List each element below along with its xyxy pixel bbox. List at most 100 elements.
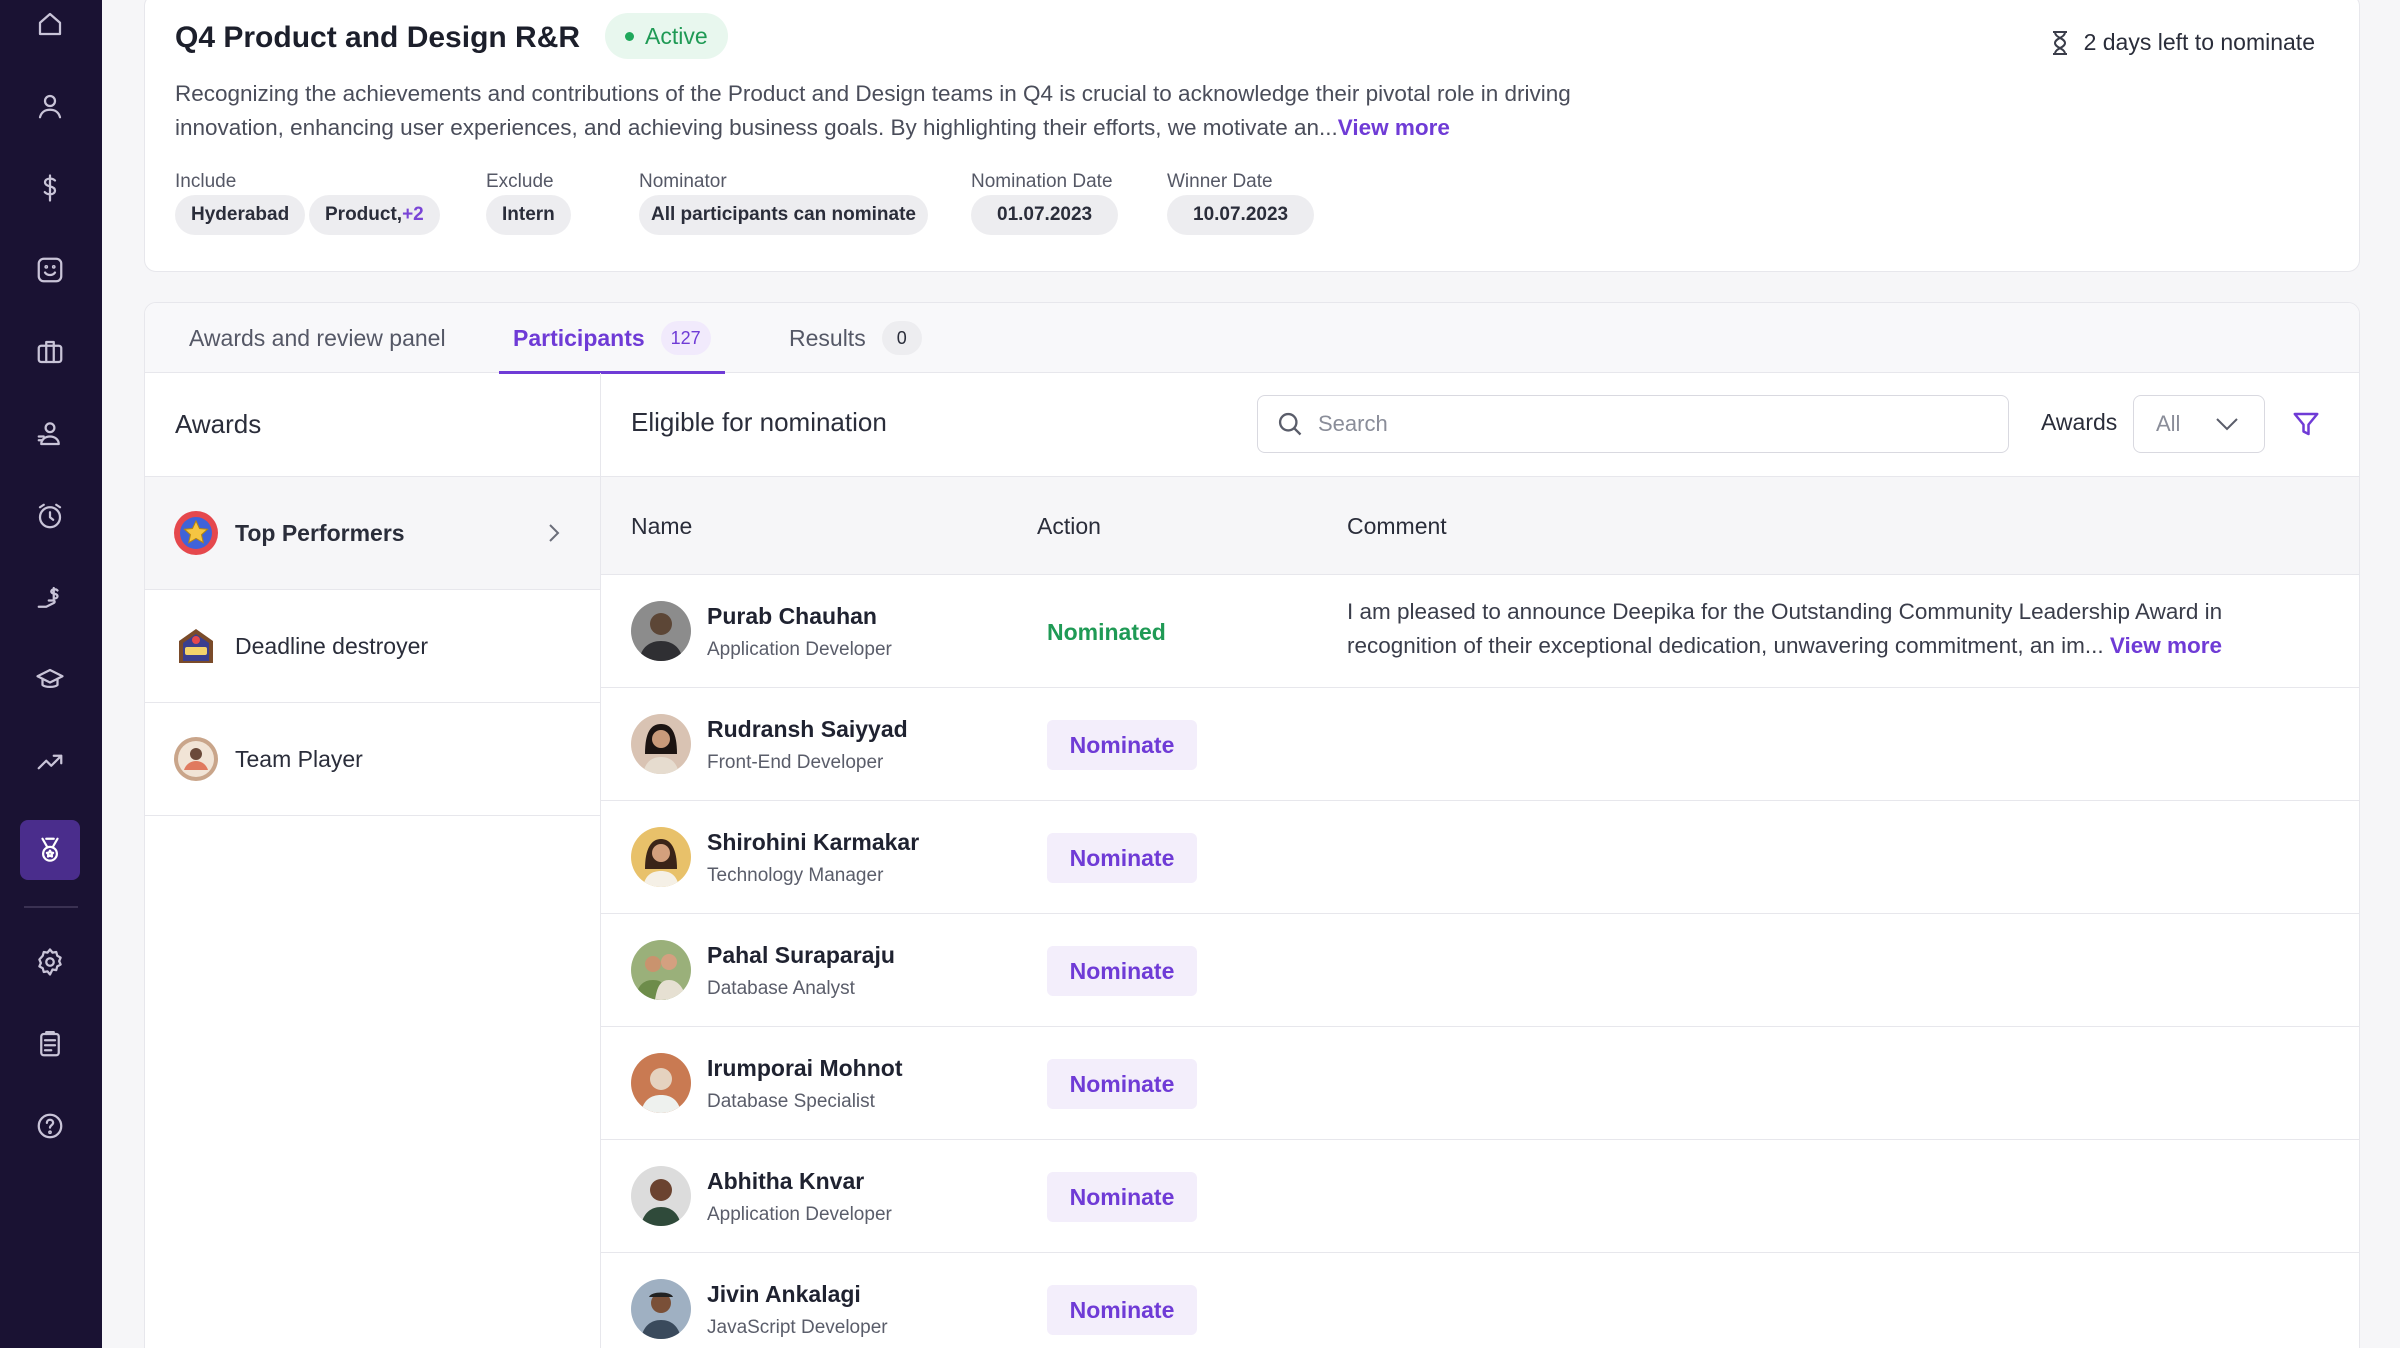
table-row: Pahal Suraparaju Database Analyst Nomina… <box>601 914 2359 1027</box>
user-icon <box>38 94 62 119</box>
medal-icon <box>41 837 59 862</box>
tab-bar: Awards and review panel Participants 127… <box>145 303 2359 374</box>
deadline-indicator: 2 days left to nominate <box>2048 29 2315 56</box>
participant-role: Database Analyst <box>707 978 855 999</box>
award-item-top-performers[interactable]: Top Performers <box>145 477 600 590</box>
trend-icon <box>37 754 63 770</box>
exclude-label: Exclude <box>486 171 554 192</box>
tab-results[interactable]: Results 0 <box>789 303 922 373</box>
table-toolbar: Eligible for nomination Awards All <box>601 373 2359 477</box>
avatar <box>631 940 691 1000</box>
nav-awards[interactable] <box>20 820 80 880</box>
tab-label: Participants <box>513 324 645 351</box>
tab-label: Awards and review panel <box>189 324 446 351</box>
nomination-comment: I am pleased to announce Deepika for the… <box>1347 595 2287 663</box>
include-more-count[interactable]: +2 <box>402 204 424 225</box>
nominate-button[interactable]: Nominate <box>1047 1059 1197 1109</box>
nav-performance[interactable] <box>20 732 80 792</box>
nav-settings[interactable] <box>20 932 80 992</box>
column-header-comment: Comment <box>1347 513 1447 539</box>
nav-payroll[interactable] <box>20 158 80 218</box>
status-badge: Active <box>605 13 728 59</box>
participant-name: Jivin Ankalagi <box>707 1281 861 1307</box>
eligible-participants: Eligible for nomination Awards All Name … <box>601 373 2359 1348</box>
winner-date-chip: 10.07.2023 <box>1167 195 1315 235</box>
participant-name: Shirohini Karmakar <box>707 829 920 855</box>
awards-filter-select[interactable]: All <box>2133 395 2265 453</box>
avatar <box>631 1166 691 1226</box>
filter-button[interactable] <box>2291 409 2327 445</box>
home-icon <box>38 12 62 36</box>
dollar-icon <box>43 174 57 202</box>
program-header: Q4 Product and Design R&R Active 2 days … <box>144 0 2360 272</box>
nominate-button[interactable]: Nominate <box>1047 833 1197 883</box>
status-dot-icon <box>625 32 634 41</box>
briefcase-icon <box>37 340 63 364</box>
tab-label: Results <box>789 324 866 351</box>
participant-name: Pahal Suraparaju <box>707 942 895 968</box>
avatar <box>631 1279 691 1339</box>
nominate-button[interactable]: Nominate <box>1047 720 1197 770</box>
nav-reports[interactable] <box>20 1014 80 1074</box>
nav-learning[interactable] <box>20 650 80 710</box>
include-chip-text: Product, <box>325 204 403 225</box>
table-row: Rudransh Saiyyad Front-End Developer Nom… <box>601 688 2359 801</box>
avatar <box>631 827 691 887</box>
nav-profile[interactable] <box>20 76 80 136</box>
search-input[interactable] <box>1318 411 1958 437</box>
participant-name: Purab Chauhan <box>707 603 877 629</box>
table-row: Abhitha Knvar Application Developer Nomi… <box>601 1140 2359 1253</box>
nominate-button[interactable]: Nominate <box>1047 1172 1197 1222</box>
team-icon <box>37 422 60 446</box>
participant-role: Front-End Developer <box>707 752 884 773</box>
avatar <box>631 1053 691 1113</box>
participant-role: Application Developer <box>707 1204 892 1225</box>
nominated-status: Nominated <box>1047 619 1166 645</box>
deadline-text: 2 days left to nominate <box>2083 29 2315 55</box>
comment-view-more-link[interactable]: View more <box>2110 633 2222 658</box>
exclude-chip: Intern <box>486 195 571 235</box>
award-item-deadline-destroyer[interactable]: Deadline destroyer <box>145 590 600 703</box>
table-row: Purab Chauhan Application Developer Nomi… <box>601 575 2359 688</box>
nav-payouts[interactable] <box>20 568 80 628</box>
nav-help[interactable] <box>20 1096 80 1156</box>
nav-engagement[interactable] <box>20 240 80 300</box>
nav-attendance[interactable] <box>20 486 80 546</box>
nominator-chip: All participants can nominate <box>639 195 928 235</box>
nav-team[interactable] <box>20 404 80 464</box>
column-header-action: Action <box>1037 513 1101 539</box>
nominate-button[interactable]: Nominate <box>1047 1285 1197 1335</box>
participant-name: Abhitha Knvar <box>707 1168 865 1194</box>
settings-icon <box>38 948 62 976</box>
description-view-more-link[interactable]: View more <box>1338 115 1450 140</box>
payout-icon <box>37 586 59 608</box>
participant-role: Application Developer <box>707 639 892 660</box>
search-box[interactable] <box>1257 395 2009 453</box>
sidebar <box>0 0 102 1348</box>
award-label: Deadline destroyer <box>235 632 429 659</box>
tab-participants[interactable]: Participants 127 <box>499 303 725 374</box>
award-item-team-player[interactable]: Team Player <box>145 703 600 816</box>
participant-role: Technology Manager <box>707 865 884 886</box>
nav-jobs[interactable] <box>20 322 80 382</box>
team-badge-icon <box>174 737 218 781</box>
star-badge-icon <box>174 511 218 555</box>
filter-icon <box>2293 412 2319 436</box>
include-label: Include <box>175 171 237 192</box>
participants-panel: Awards and review panel Participants 127… <box>144 302 2360 1348</box>
hourglass-icon <box>2052 30 2067 55</box>
include-chip[interactable]: Product,+2 <box>309 195 440 235</box>
table-row: Shirohini Karmakar Technology Manager No… <box>601 801 2359 914</box>
results-count-badge: 0 <box>881 321 922 355</box>
page-title: Q4 Product and Design R&R <box>175 21 581 54</box>
smile-icon <box>37 257 63 283</box>
nav-home[interactable] <box>20 0 80 54</box>
clipboard-icon <box>40 1031 60 1057</box>
awards-filter-label: Awards <box>2041 409 2118 435</box>
column-header-name: Name <box>631 513 693 539</box>
participants-count-badge: 127 <box>660 321 711 355</box>
avatar <box>631 714 691 774</box>
tab-awards-and-review-panel[interactable]: Awards and review panel <box>189 303 446 373</box>
participant-role: Database Specialist <box>707 1091 875 1112</box>
nominate-button[interactable]: Nominate <box>1047 946 1197 996</box>
